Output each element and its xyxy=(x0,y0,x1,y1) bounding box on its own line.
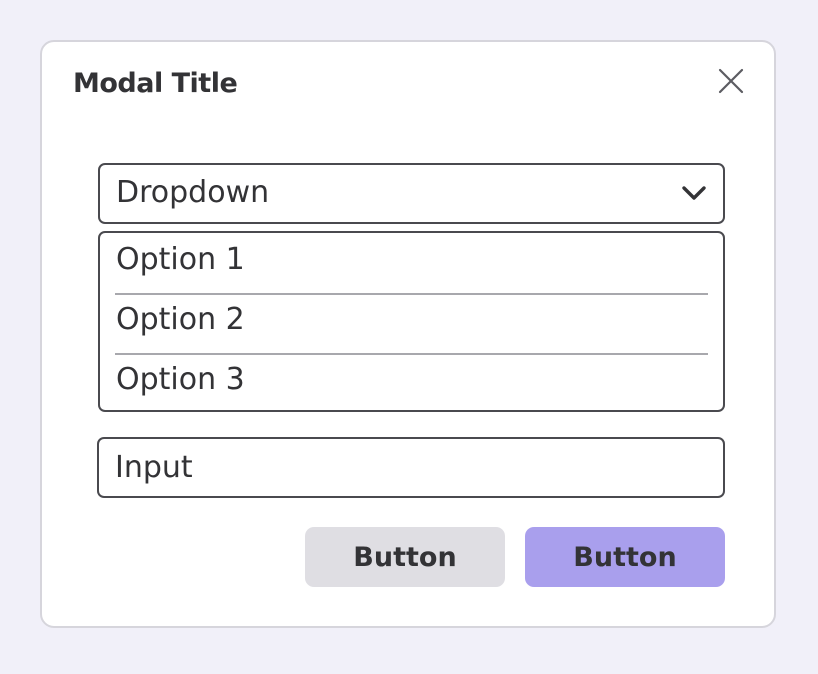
dropdown-option-3[interactable]: Option 3 xyxy=(115,353,708,413)
dropdown-options-list: Option 1 Option 2 Option 3 xyxy=(98,231,725,412)
option-label: Option 2 xyxy=(116,302,245,337)
option-label: Option 3 xyxy=(116,362,245,397)
dropdown-option-2[interactable]: Option 2 xyxy=(115,293,708,353)
dropdown-option-1[interactable]: Option 1 xyxy=(115,233,708,293)
primary-button[interactable]: Button xyxy=(525,527,725,587)
option-label: Option 1 xyxy=(116,242,245,277)
close-icon xyxy=(718,68,744,94)
modal-title: Modal Title xyxy=(73,68,238,99)
close-button[interactable] xyxy=(714,64,748,98)
modal-dialog: Modal Title Dropdown Option 1 Option 2 O… xyxy=(40,40,776,628)
chevron-down-icon xyxy=(681,183,707,203)
dropdown-label: Dropdown xyxy=(116,175,270,210)
text-input[interactable] xyxy=(97,437,725,498)
dropdown-select[interactable]: Dropdown xyxy=(98,163,725,224)
secondary-button[interactable]: Button xyxy=(305,527,505,587)
